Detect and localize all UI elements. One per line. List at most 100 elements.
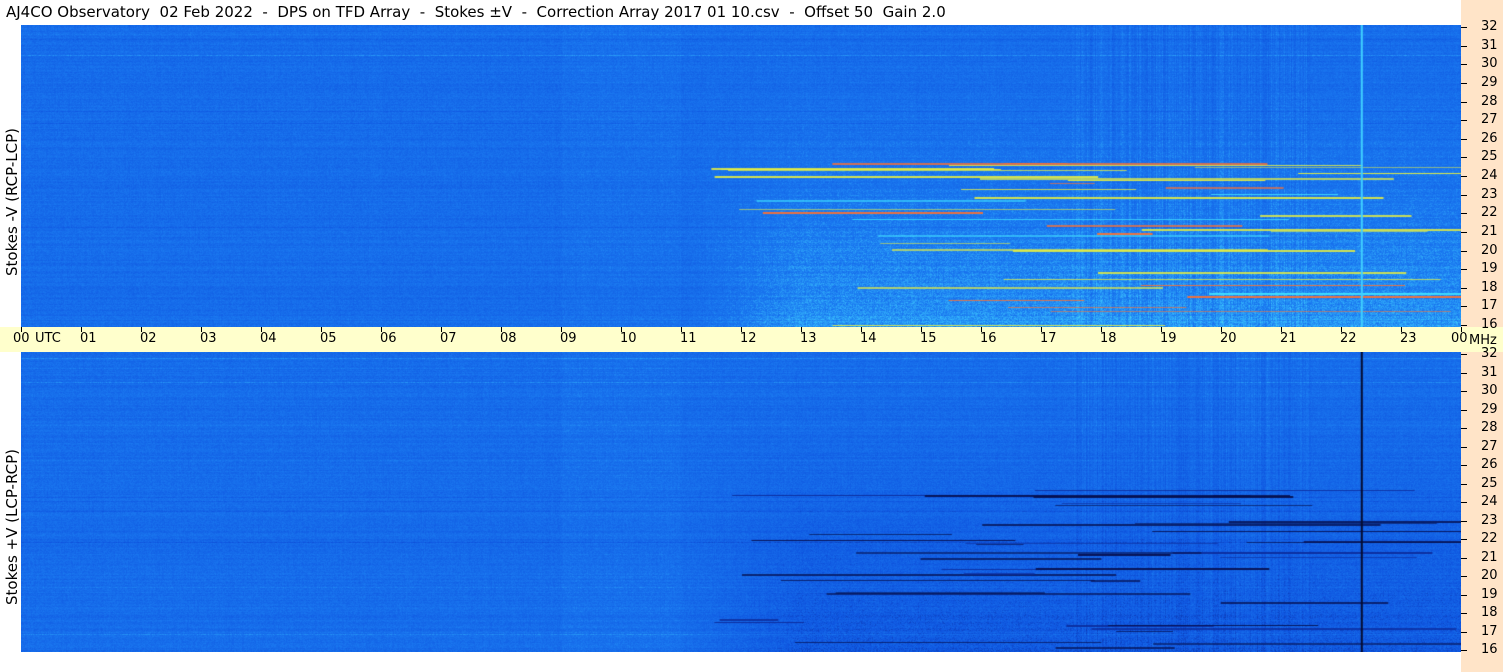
freq-tick-mark	[1461, 82, 1467, 84]
freq-tick-mark	[1461, 483, 1467, 485]
freq-tick-mark	[1461, 45, 1467, 47]
freq-tick-mark	[1461, 194, 1467, 196]
freq-tick-label: 26	[1481, 457, 1498, 472]
time-axis: 00 UTC 01 02 03 04 05 06 07 08 09 10 11 12 13 14 15 16 17 1…	[0, 327, 1503, 352]
freq-tick-mark	[1461, 269, 1467, 271]
freq-tick-label: 23	[1481, 186, 1498, 202]
freq-tick-label: 25	[1481, 149, 1498, 165]
freq-tick-label: 29	[1481, 401, 1498, 417]
freq-tick-label: 24	[1481, 168, 1498, 183]
freq-tick-mark	[1461, 557, 1467, 559]
freq-tick-mark	[1461, 539, 1467, 540]
freq-tick-mark	[1461, 231, 1467, 233]
freq-tick-label: 28	[1481, 93, 1498, 109]
freq-tick-label: 31	[1481, 37, 1498, 53]
top-panel-label: Stokes -V (RCP-LCP)	[3, 128, 21, 276]
freq-tick-mark	[1461, 502, 1467, 503]
freq-tick-label: 22	[1481, 531, 1498, 546]
freq-tick-label: 19	[1481, 586, 1498, 602]
freq-tick-mark	[1461, 157, 1467, 159]
bottom-panel-label: Stokes +V (LCP-RCP)	[3, 449, 21, 605]
time-tick-label: 21	[1280, 331, 1297, 346]
freq-tick-mark	[1461, 306, 1467, 308]
time-tick-label: 12	[740, 331, 757, 346]
freq-tick-label: 20	[1481, 242, 1498, 258]
freq-tick-label: 22	[1481, 205, 1498, 221]
time-tick-label: 11	[680, 331, 697, 346]
freq-tick-mark	[1461, 325, 1467, 326]
freq-tick-label: 28	[1481, 420, 1498, 435]
freq-tick-label: 31	[1481, 364, 1498, 380]
freq-tick-mark	[1461, 631, 1467, 633]
chart-title: AJ4CO Observatory 02 Feb 2022 - DPS on T…	[6, 3, 946, 21]
time-tick-label: 02	[140, 331, 157, 346]
freq-tick-mark	[1461, 576, 1467, 577]
freq-tick-mark	[1461, 428, 1467, 429]
freq-tick-mark	[1461, 594, 1467, 596]
spectrogram-bottom-panel	[21, 352, 1461, 652]
time-tick-label: 19	[1160, 331, 1177, 346]
freq-tick-mark	[1461, 650, 1467, 651]
freq-tick-label: 16	[1481, 642, 1498, 657]
freq-tick-mark	[1461, 446, 1467, 448]
time-tick-label: 17	[1040, 331, 1057, 346]
freq-tick-mark	[1461, 101, 1467, 103]
time-tick-label: 22	[1340, 331, 1357, 346]
freq-tick-mark	[1461, 120, 1467, 122]
freq-tick-label: 24	[1481, 494, 1498, 509]
freq-tick-mark	[1461, 27, 1467, 28]
time-tick-label: 20	[1220, 331, 1237, 346]
time-tick-label: 14	[860, 331, 877, 346]
freq-tick-mark	[1461, 64, 1467, 66]
freq-tick-mark	[1461, 409, 1467, 411]
freq-tick-mark	[1461, 354, 1467, 355]
freq-tick-label: 27	[1481, 112, 1498, 128]
freq-tick-label: 25	[1481, 475, 1498, 491]
freq-tick-mark	[1461, 250, 1467, 252]
freq-tick-label: 26	[1481, 130, 1498, 146]
time-tick-label: 06	[380, 331, 397, 346]
freq-tick-label: 30	[1481, 383, 1498, 398]
time-tick-label: 09	[560, 331, 577, 346]
time-tick-label: 00	[13, 331, 30, 346]
spectrogram-top-panel	[21, 25, 1461, 327]
time-tick-label: 05	[320, 331, 337, 346]
freq-tick-label: 21	[1481, 549, 1498, 565]
freq-tick-label: 32	[1481, 346, 1498, 361]
freq-tick-label: 30	[1481, 56, 1498, 72]
time-tick-label: 23	[1400, 331, 1417, 346]
time-tick-label: 10	[620, 331, 637, 346]
time-tick-label: 18	[1100, 331, 1117, 346]
freq-tick-label: 17	[1481, 623, 1498, 639]
freq-tick-mark	[1461, 520, 1467, 522]
frequency-axis-top: 16 17 18 19 20 21 22 23 24 25 26 27 28 29 30 31 32	[1461, 0, 1503, 332]
freq-tick-label: 32	[1481, 19, 1498, 34]
freq-tick-label: 20	[1481, 568, 1498, 583]
time-tick-label: 13	[800, 331, 817, 346]
freq-tick-label: 16	[1481, 317, 1498, 332]
time-tick-label: 03	[200, 331, 217, 346]
frequency-axis-bottom: 16 17 18 19 20 21 22 23 24 25 26 27 28 29 30 31 32	[1461, 346, 1503, 672]
freq-tick-mark	[1461, 176, 1467, 177]
freq-tick-label: 29	[1481, 74, 1498, 90]
freq-tick-mark	[1461, 391, 1467, 392]
freq-tick-label: 18	[1481, 605, 1498, 620]
time-tick-label: 01	[80, 331, 97, 346]
freq-tick-mark	[1461, 372, 1467, 374]
freq-tick-mark	[1461, 138, 1467, 140]
time-tick-label: 04	[260, 331, 277, 346]
time-tick-label: 08	[500, 331, 517, 346]
utc-unit-label: UTC	[35, 331, 61, 346]
freq-tick-label: 18	[1481, 279, 1498, 295]
time-tick-label: 07	[440, 331, 457, 346]
mhz-unit-label: MHz	[1469, 333, 1497, 348]
freq-tick-mark	[1461, 213, 1467, 215]
freq-tick-label: 21	[1481, 223, 1498, 239]
freq-tick-label: 19	[1481, 261, 1498, 277]
spectrogram-top-heatmap	[21, 25, 1461, 327]
freq-tick-mark	[1461, 465, 1467, 466]
spectrogram-bottom-heatmap	[21, 352, 1461, 652]
freq-tick-label: 17	[1481, 298, 1498, 314]
time-tick-label: 00	[1451, 331, 1468, 346]
time-tick-label: 15	[920, 331, 937, 346]
